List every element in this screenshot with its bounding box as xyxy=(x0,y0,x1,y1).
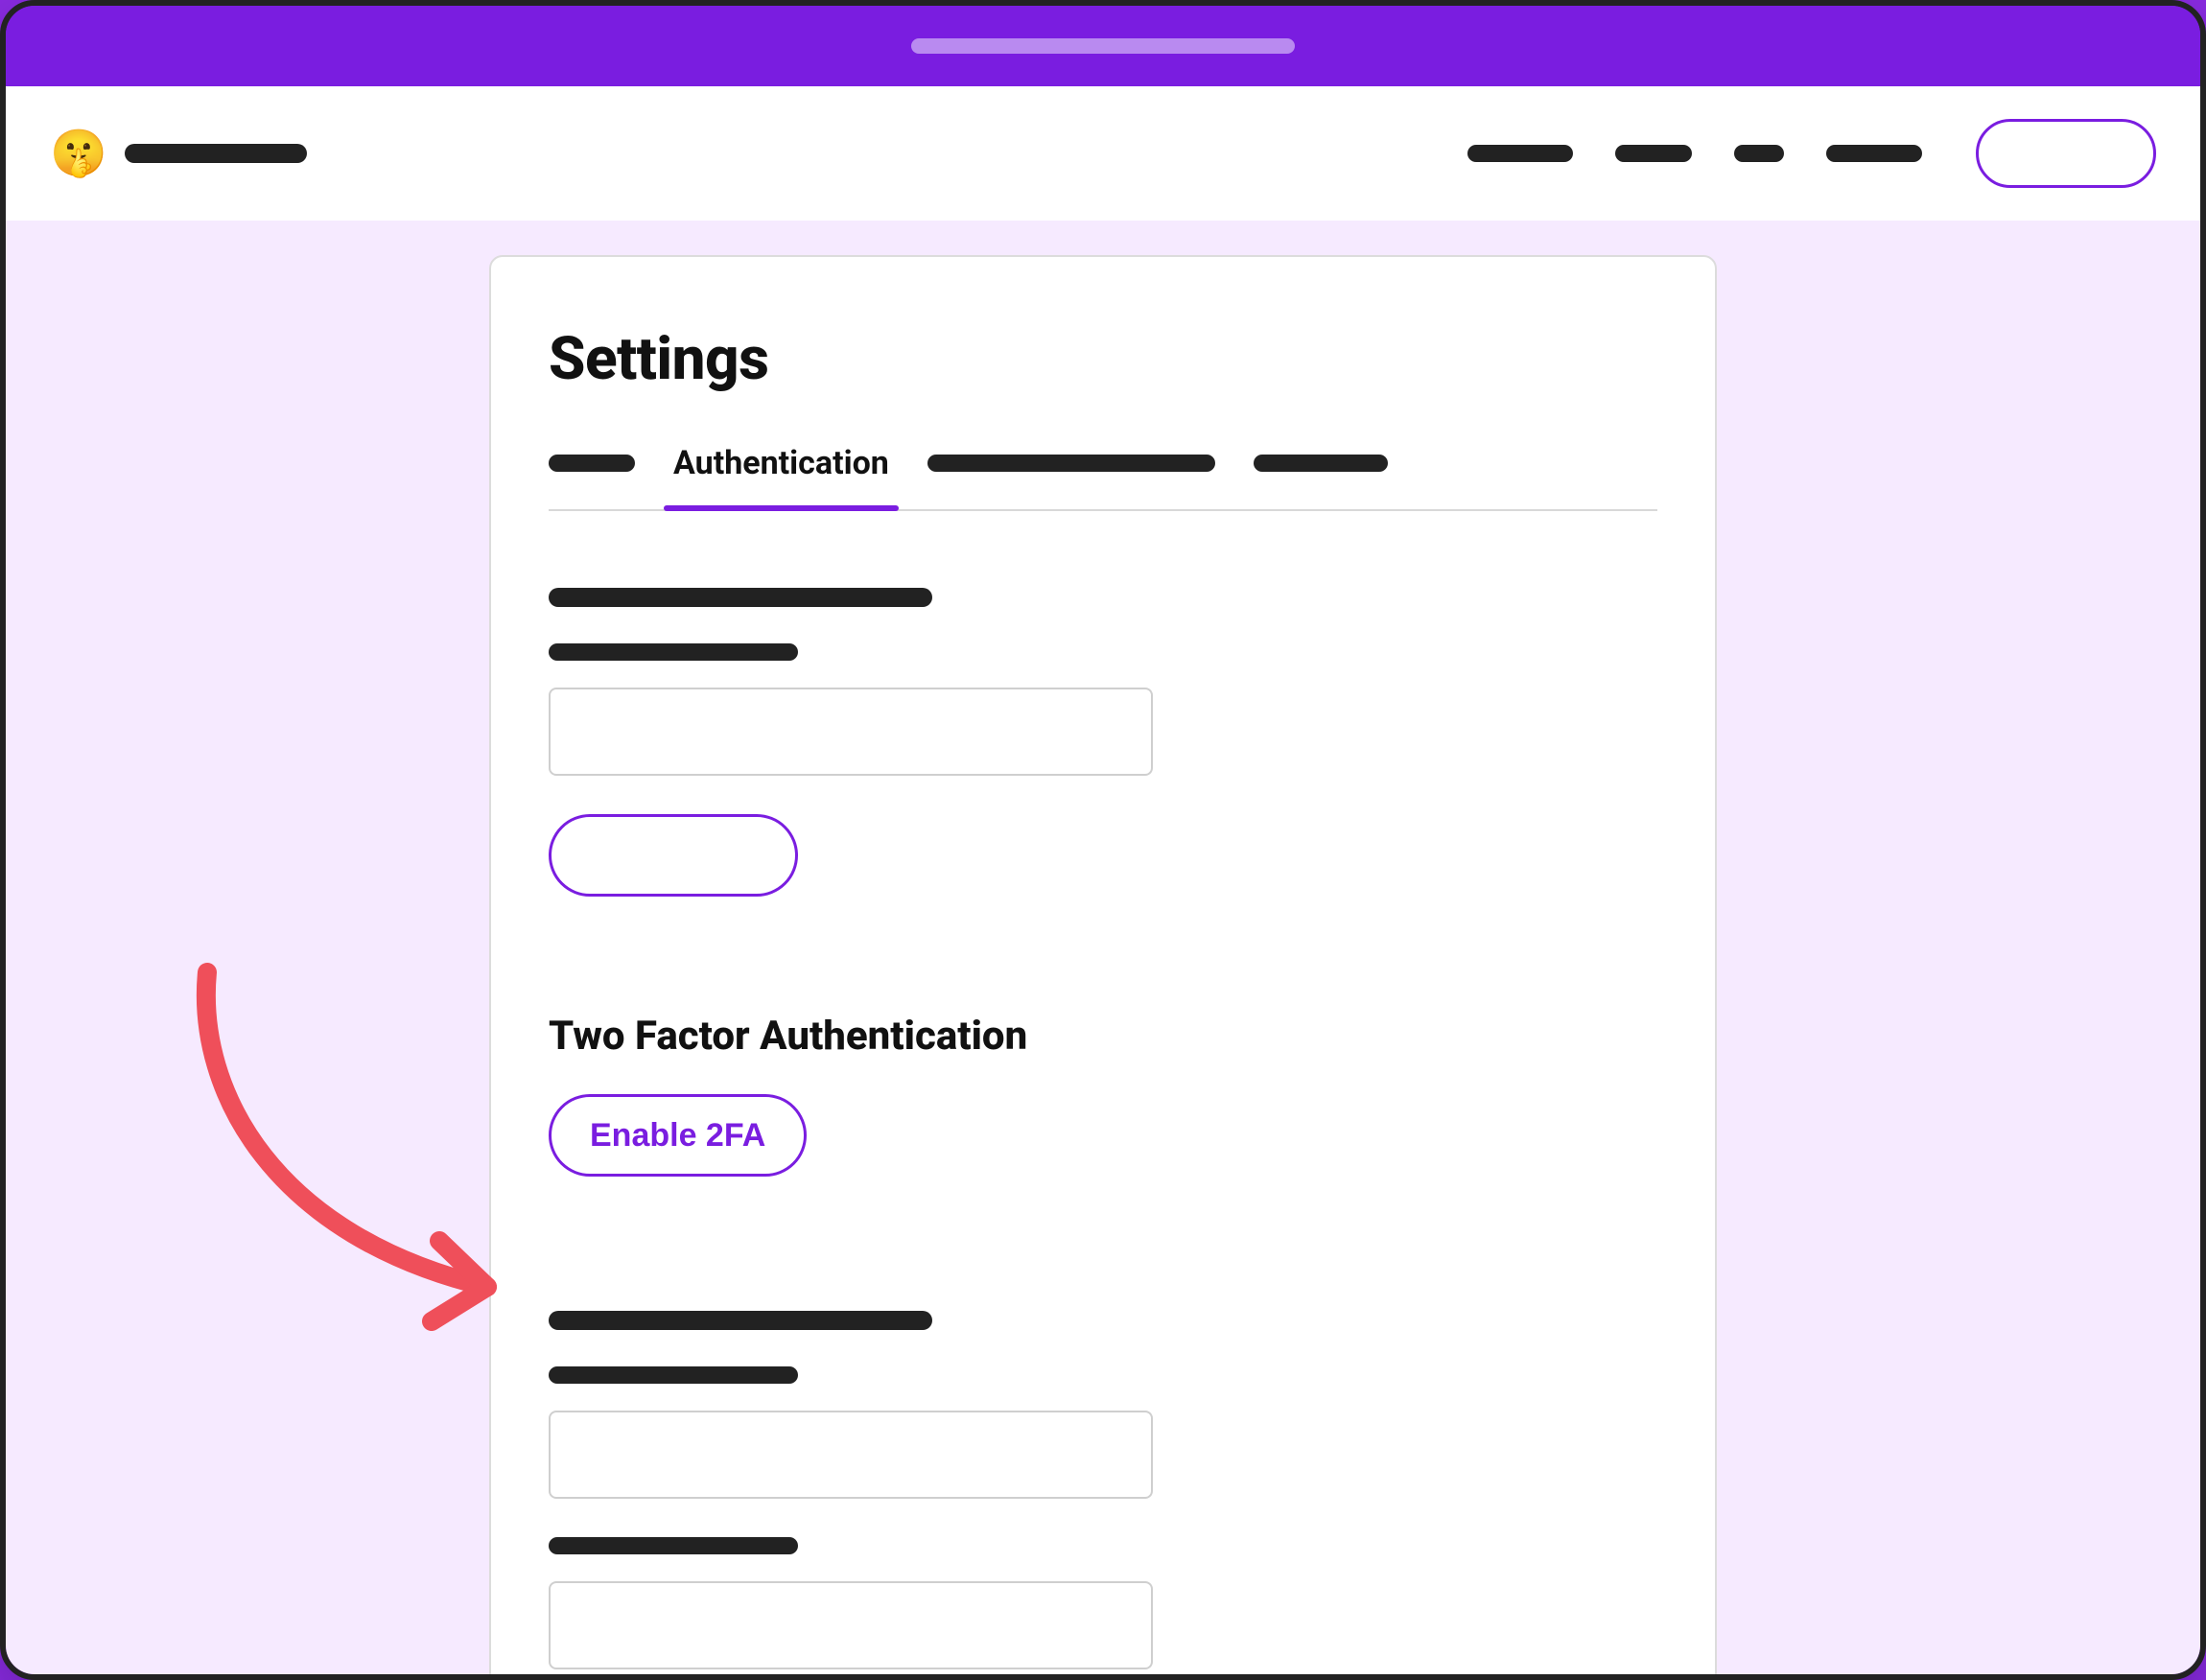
app-header: 🤫 xyxy=(6,86,2200,221)
section-2 xyxy=(549,1311,1657,1669)
nav-link-4[interactable] xyxy=(1826,145,1922,162)
section-1-field-1-label-redacted xyxy=(549,643,798,661)
tab-4[interactable] xyxy=(1254,455,1388,499)
header-nav xyxy=(1467,145,1922,162)
tab-1[interactable] xyxy=(549,455,635,499)
section-1 xyxy=(549,588,1657,898)
settings-panel: Settings Authentication Two xyxy=(489,255,1717,1680)
section-2-heading-redacted xyxy=(549,1311,932,1330)
tfa-heading: Two Factor Authentication xyxy=(549,1013,1657,1060)
window-drag-handle[interactable] xyxy=(911,38,1295,54)
section-1-field-1-input[interactable] xyxy=(549,688,1153,776)
section-2-field-1-input[interactable] xyxy=(549,1411,1153,1499)
section-2-field-2-input[interactable] xyxy=(549,1581,1153,1669)
content-area: Settings Authentication Two xyxy=(6,221,2200,1674)
settings-tabs: Authentication xyxy=(549,444,1657,511)
tab-3[interactable] xyxy=(927,455,1215,499)
header-cta-button[interactable] xyxy=(1976,119,2156,188)
nav-link-3[interactable] xyxy=(1734,145,1784,162)
section-1-action-button[interactable] xyxy=(549,814,798,897)
nav-link-1[interactable] xyxy=(1467,145,1573,162)
enable-2fa-button[interactable]: Enable 2FA xyxy=(549,1094,807,1177)
brand[interactable]: 🤫 xyxy=(50,130,307,176)
brand-emoji-icon: 🤫 xyxy=(50,130,107,176)
app-window: 🤫 Settings xyxy=(0,0,2206,1680)
section-2-field-1-label-redacted xyxy=(549,1366,798,1384)
section-1-heading-redacted xyxy=(549,588,932,607)
section-2-field-2-label-redacted xyxy=(549,1537,798,1554)
nav-link-2[interactable] xyxy=(1615,145,1692,162)
tab-authentication[interactable]: Authentication xyxy=(673,444,889,509)
window-titlebar xyxy=(6,6,2200,86)
brand-name-redacted xyxy=(125,144,307,163)
page-title: Settings xyxy=(549,324,1657,394)
